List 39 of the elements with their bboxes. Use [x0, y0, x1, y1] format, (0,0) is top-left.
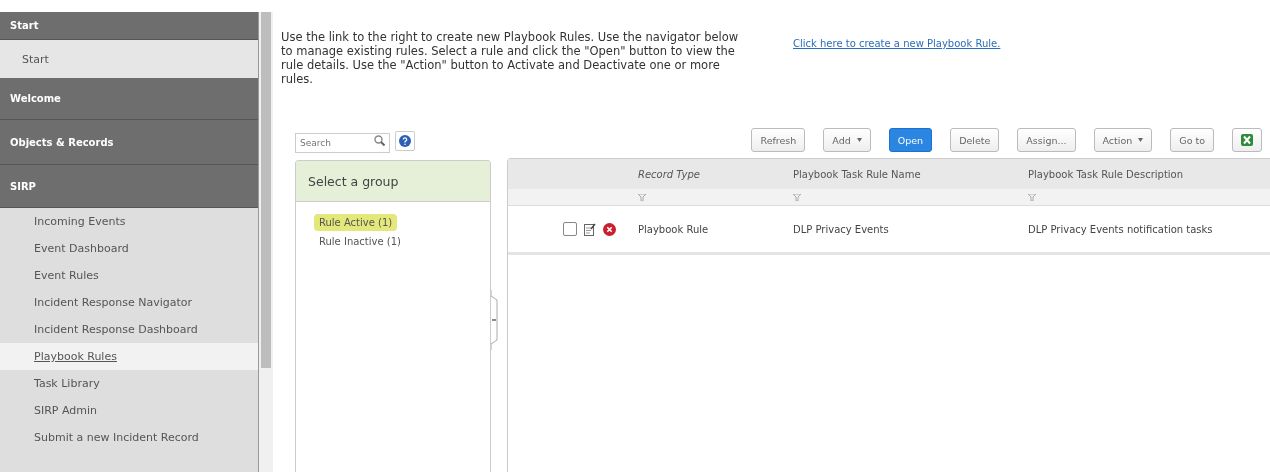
group-item[interactable]: Rule Inactive (1) [314, 233, 406, 250]
excel-export-button[interactable] [1232, 128, 1262, 152]
toolbar-button[interactable]: Open [888, 128, 933, 152]
table-cell: DLP Privacy Events notification tasks [1028, 206, 1270, 255]
create-rule-link[interactable]: Click here to create a new Playbook Rule. [793, 38, 1001, 98]
group-panel-title: Select a group [296, 161, 490, 202]
sidebar-item[interactable]: Start [0, 40, 258, 78]
filter-icon[interactable] [793, 193, 801, 201]
search-field[interactable]: Search [295, 133, 390, 153]
table-cell: Playbook Rule [638, 206, 793, 255]
toolbar-button[interactable]: Delete [950, 128, 1000, 152]
filter-icon[interactable] [638, 193, 646, 201]
toolbar-button[interactable]: Refresh [751, 128, 806, 152]
search-icon [374, 135, 385, 146]
sidebar-section-header[interactable]: Welcome [0, 78, 258, 120]
row-checkbox[interactable] [563, 222, 577, 236]
edit-icon[interactable] [584, 222, 596, 236]
scrollbar[interactable] [259, 12, 273, 472]
help-icon [399, 135, 411, 147]
sidebar-section-header[interactable]: SIRP [0, 165, 258, 208]
dropdown-button[interactable]: Action [1093, 128, 1153, 152]
caret-icon [1138, 138, 1144, 142]
group-item[interactable]: Rule Active (1) [314, 214, 398, 231]
column-header[interactable]: Record Type [638, 159, 793, 189]
spreadsheet-icon [1241, 134, 1253, 146]
column-header[interactable]: Playbook Task Rule Description [1028, 159, 1270, 189]
table-cell: DLP Privacy Events [793, 206, 1028, 255]
dropdown-button[interactable]: Add [823, 128, 871, 152]
help-button[interactable] [395, 131, 415, 151]
intro-text: Use the link to the right to create new Playbook Rules. Use the navigator below to manage existing rules. Select a rule and click the "Open" button to view the rule details. Use the "Action" button to Activate and Deactivate one or more rules. [281, 30, 740, 88]
caret-icon [856, 138, 862, 142]
sidebar-section-header[interactable]: Start [0, 12, 258, 40]
delete-icon[interactable] [603, 222, 616, 236]
toolbar-button[interactable]: Go to [1170, 128, 1214, 152]
sidebar-section-header[interactable]: Objects & Records [0, 120, 258, 165]
column-header[interactable]: Playbook Task Rule Name [793, 159, 1028, 189]
sidebar-item[interactable]: Playbook Rules [0, 343, 258, 370]
toolbar-button[interactable]: Assign... [1017, 128, 1076, 152]
filter-icon[interactable] [1028, 193, 1036, 201]
